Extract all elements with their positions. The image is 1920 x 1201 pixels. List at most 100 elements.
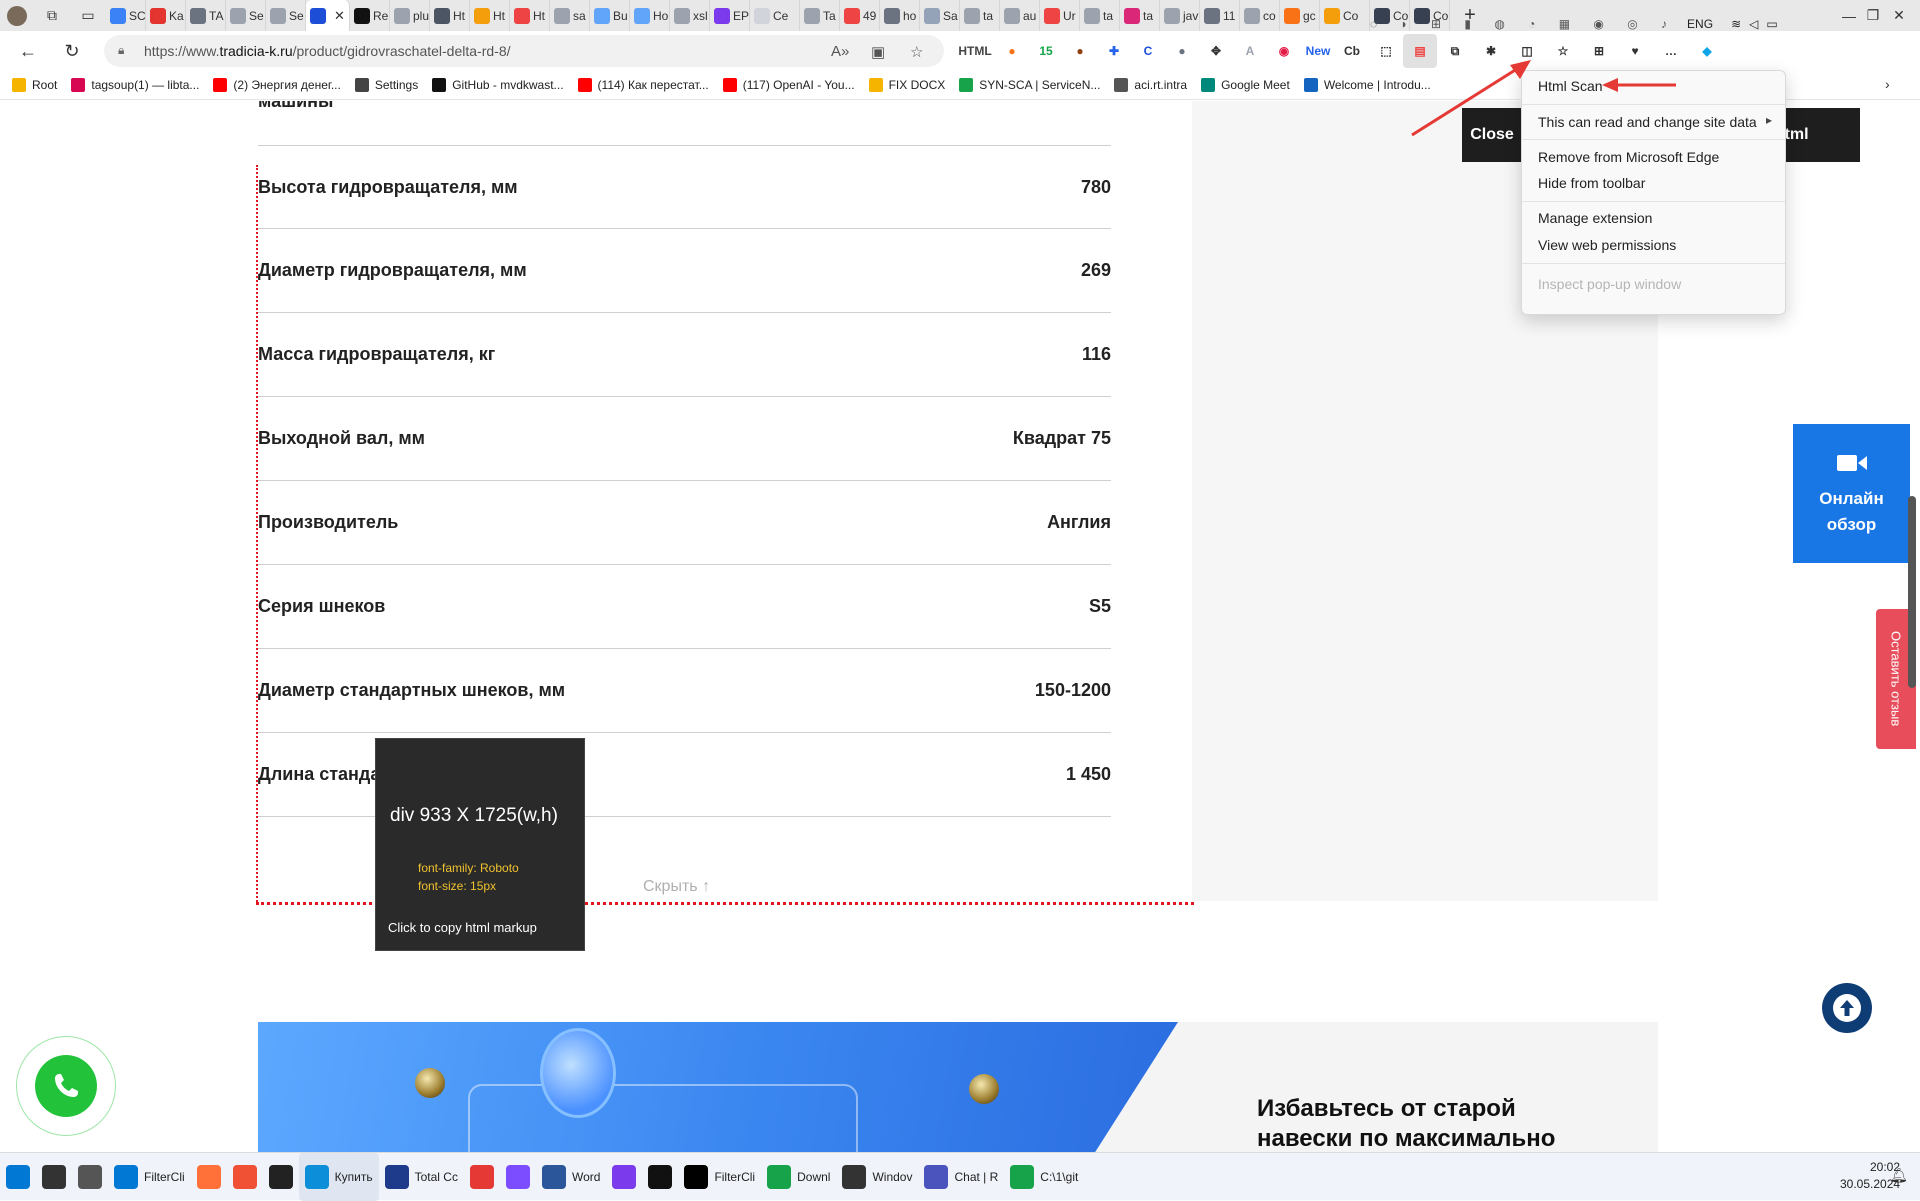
browser-tab[interactable]: Ka bbox=[146, 0, 186, 31]
taskbar-app[interactable] bbox=[464, 1153, 500, 1201]
taskbar-app[interactable]: Total Cc bbox=[379, 1153, 464, 1201]
cookie-icon[interactable]: ● bbox=[1063, 34, 1097, 68]
bookmark-item[interactable]: tagsoup(1) — libta... bbox=[71, 77, 199, 92]
browser-tab[interactable]: 49 bbox=[840, 0, 880, 31]
taskbar-app[interactable]: Downl bbox=[761, 1153, 836, 1201]
taskbar-app[interactable]: Chat | R bbox=[918, 1153, 1004, 1201]
move-icon[interactable]: ✥ bbox=[1199, 34, 1233, 68]
menu-item-site-access[interactable]: This can read and change site data bbox=[1538, 114, 1757, 130]
circle-icon[interactable]: ● bbox=[1165, 34, 1199, 68]
refresh-button[interactable]: ↻ bbox=[54, 33, 90, 69]
menu-item-permissions[interactable]: View web permissions bbox=[1538, 237, 1676, 253]
tray-icons[interactable]: ◌ ◗ ⊞ ▮ ◍ ◔ ▦ ◉ ◎ ♪ bbox=[1370, 17, 1677, 31]
cb-icon[interactable]: Cb bbox=[1335, 34, 1369, 68]
hide-specs-link[interactable]: Скрыть ↑ bbox=[643, 878, 710, 896]
bookmark-item[interactable]: (2) Энергия денег... bbox=[213, 77, 341, 92]
browser-tab[interactable]: xsl bbox=[670, 0, 710, 31]
language-indicator[interactable]: ENG bbox=[1687, 17, 1713, 31]
bookmarks-more-chevron-icon[interactable]: › bbox=[1885, 76, 1890, 92]
browser-tab[interactable]: TA bbox=[186, 0, 226, 31]
bookmark-item[interactable]: (117) OpenAI - You... bbox=[722, 77, 855, 92]
browser-tab[interactable]: Co bbox=[1320, 0, 1370, 31]
taskbar-app[interactable]: Word bbox=[536, 1153, 606, 1201]
browser-tab[interactable]: Re bbox=[350, 0, 390, 31]
browser-tab[interactable]: au bbox=[1000, 0, 1040, 31]
taskbar-app[interactable] bbox=[500, 1153, 536, 1201]
menu-item-manage[interactable]: Manage extension bbox=[1538, 210, 1652, 226]
close-window-button[interactable]: ✕ bbox=[1876, 0, 1920, 31]
taskbar-app[interactable] bbox=[191, 1153, 227, 1201]
new-badge-icon[interactable]: New bbox=[1301, 34, 1335, 68]
call-button[interactable] bbox=[16, 1036, 116, 1136]
bookmark-item[interactable]: SYN-SCA | ServiceN... bbox=[959, 77, 1100, 92]
taskbar-app[interactable]: FilterCli bbox=[108, 1153, 191, 1201]
taskbar-app[interactable] bbox=[606, 1153, 642, 1201]
browser-tab[interactable]: Ht bbox=[470, 0, 510, 31]
browser-tab[interactable]: ta bbox=[1120, 0, 1160, 31]
browser-tab[interactable]: ta bbox=[1080, 0, 1120, 31]
menu-item-remove[interactable]: Remove from Microsoft Edge bbox=[1538, 149, 1719, 165]
taskbar-app[interactable]: Купить bbox=[298, 1152, 379, 1201]
browser-tab[interactable]: jav bbox=[1160, 0, 1200, 31]
c-icon[interactable]: C bbox=[1131, 34, 1165, 68]
workspaces-button[interactable]: ⧉ bbox=[34, 0, 70, 31]
notification-bell-icon[interactable]: 🔔︎ bbox=[1890, 1167, 1908, 1184]
tab-close-icon[interactable]: ✕ bbox=[334, 8, 345, 24]
volume-icon[interactable]: ◁ bbox=[1749, 17, 1758, 31]
bookmark-item[interactable]: Settings bbox=[354, 77, 418, 92]
browser-tab[interactable]: co bbox=[1240, 0, 1280, 31]
browser-tab[interactable]: Ht bbox=[510, 0, 550, 31]
bookmark-item[interactable]: FIX DOCX bbox=[868, 77, 945, 92]
browser-tab[interactable]: Ce bbox=[750, 0, 800, 31]
browser-tab[interactable]: ta bbox=[960, 0, 1000, 31]
color-wheel-icon[interactable]: ◉ bbox=[1267, 34, 1301, 68]
browser-tab[interactable]: Ho bbox=[630, 0, 670, 31]
puzzle-blue-icon[interactable]: ✚ bbox=[1097, 34, 1131, 68]
browser-tab[interactable]: Sa bbox=[920, 0, 960, 31]
favorite-star-icon[interactable]: ☆ bbox=[910, 43, 923, 61]
browser-tab[interactable]: SC bbox=[106, 0, 146, 31]
profile-avatar[interactable] bbox=[0, 0, 34, 31]
tab-actions-button[interactable]: ▭ bbox=[70, 0, 106, 31]
battery-icon[interactable]: ▭ bbox=[1766, 17, 1777, 31]
bookmark-item[interactable]: (114) Как перестат... bbox=[577, 77, 709, 92]
html-scan-tooltip[interactable]: div 933 X 1725(w,h) font-family: Roboto … bbox=[375, 738, 585, 951]
bookmark-item[interactable]: GitHub - mvdkwast... bbox=[432, 77, 564, 92]
taskbar-app[interactable]: FilterCli bbox=[678, 1153, 761, 1201]
bookmark-item[interactable]: Google Meet bbox=[1201, 77, 1290, 92]
a-icon[interactable]: A bbox=[1233, 34, 1267, 68]
taskbar-app[interactable] bbox=[263, 1153, 299, 1201]
scroll-to-top-button[interactable] bbox=[1822, 983, 1872, 1033]
counter-icon[interactable]: 15 bbox=[1029, 34, 1063, 68]
back-button[interactable]: ← bbox=[10, 33, 46, 69]
taskbar-app[interactable]: Windov bbox=[836, 1153, 918, 1201]
read-aloud-icon[interactable]: A» bbox=[831, 43, 849, 60]
taskbar-app[interactable] bbox=[72, 1153, 108, 1201]
browser-tab[interactable]: sa bbox=[550, 0, 590, 31]
taskbar-app[interactable]: C:\1\git bbox=[1004, 1153, 1084, 1201]
taskbar-app[interactable] bbox=[227, 1153, 263, 1201]
firefox-icon[interactable]: ● bbox=[995, 34, 1029, 68]
bookmark-item[interactable]: Root bbox=[12, 77, 57, 92]
browser-tab[interactable]: EP bbox=[710, 0, 750, 31]
immersive-reader-icon[interactable]: ▣ bbox=[871, 43, 885, 61]
browser-tab[interactable]: ✕ bbox=[306, 0, 350, 31]
browser-tab[interactable]: Ht bbox=[430, 0, 470, 31]
html-icon[interactable]: HTML bbox=[955, 34, 995, 68]
browser-tab[interactable]: 11 bbox=[1200, 0, 1240, 31]
browser-tab[interactable]: gc bbox=[1280, 0, 1320, 31]
browser-tab[interactable]: Ur bbox=[1040, 0, 1080, 31]
address-bar[interactable]: 🔒︎ https://www. tradicia-k.ru/product/gid… bbox=[104, 35, 944, 67]
browser-tab[interactable]: ho bbox=[880, 0, 920, 31]
browser-tab[interactable]: Ta bbox=[800, 0, 840, 31]
menu-item-hide[interactable]: Hide from toolbar bbox=[1538, 175, 1645, 191]
page-scrollbar[interactable] bbox=[1908, 496, 1916, 688]
browser-tab[interactable]: Se bbox=[226, 0, 266, 31]
bookmark-item[interactable]: aci.rt.intra bbox=[1114, 77, 1187, 92]
wifi-icon[interactable]: ≋ bbox=[1731, 17, 1741, 31]
online-review-button[interactable]: Онлайн обзор bbox=[1793, 424, 1910, 563]
browser-tab[interactable]: plu bbox=[390, 0, 430, 31]
taskbar-app[interactable] bbox=[642, 1153, 678, 1201]
browser-tab[interactable]: Bu bbox=[590, 0, 630, 31]
browser-tab[interactable]: Se bbox=[266, 0, 306, 31]
